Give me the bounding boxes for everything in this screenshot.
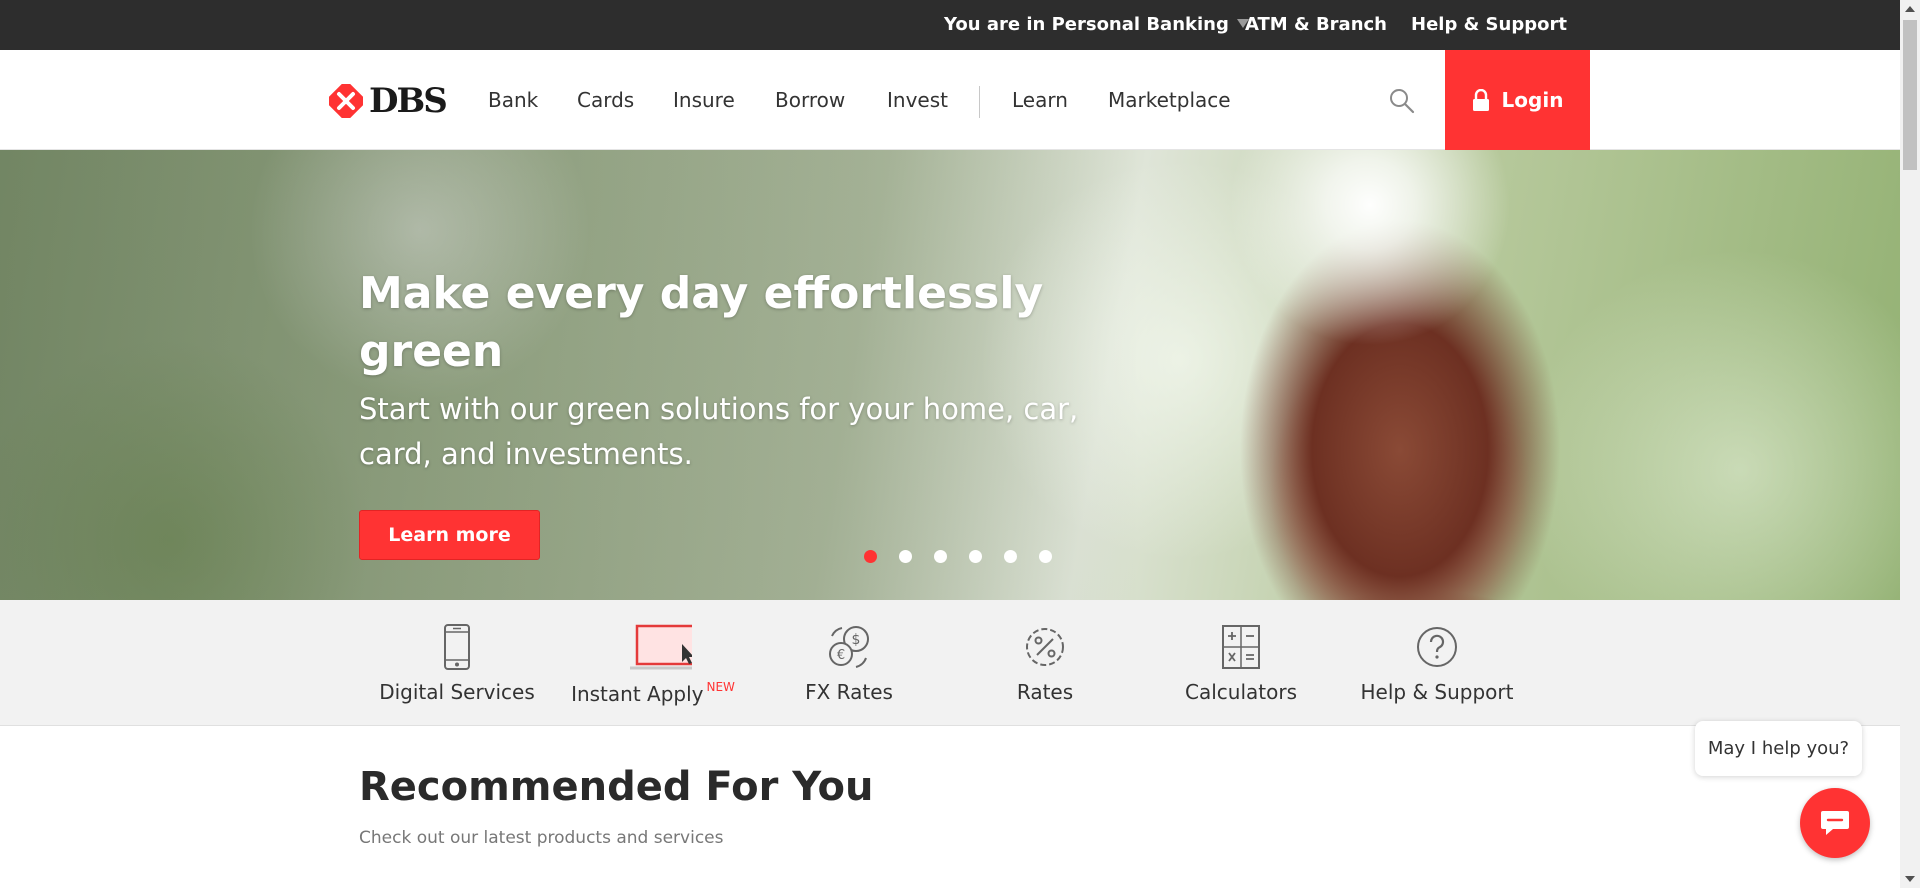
- utility-bar: You are in Personal Banking ATM & Branch…: [0, 0, 1900, 50]
- carousel-dot-1[interactable]: [864, 550, 877, 563]
- question-icon: [1417, 627, 1457, 667]
- main-nav: DBS Bank Cards Insure Borrow Invest Lear…: [0, 50, 1900, 150]
- login-button[interactable]: Login: [1445, 50, 1590, 150]
- percent-icon: [1026, 628, 1064, 666]
- svg-text:$: $: [852, 632, 861, 648]
- lock-icon: [1472, 89, 1489, 111]
- nav-marketplace[interactable]: Marketplace: [1108, 50, 1231, 150]
- page-scrollbar[interactable]: [1900, 0, 1920, 888]
- carousel-dot-4[interactable]: [969, 550, 982, 563]
- chat-prompt-bubble[interactable]: May I help you?: [1695, 721, 1862, 776]
- dbs-logo-icon: [329, 84, 363, 118]
- hero-banner: Make every day effortlessly green Start …: [0, 150, 1900, 600]
- carousel-dot-3[interactable]: [934, 550, 947, 563]
- nav-borrow[interactable]: Borrow: [775, 50, 845, 150]
- carousel-dot-5[interactable]: [1004, 550, 1017, 563]
- quick-links: Digital Services Instant Apply NEW $ € FX…: [0, 600, 1900, 726]
- quick-link-label: Help & Support: [1360, 680, 1514, 704]
- dbs-logo[interactable]: DBS: [329, 81, 448, 121]
- scroll-down-icon[interactable]: [1905, 876, 1915, 882]
- segment-label: You are in Personal Banking: [944, 14, 1229, 35]
- login-label: Login: [1501, 88, 1564, 112]
- chat-button[interactable]: [1800, 788, 1870, 858]
- scroll-thumb[interactable]: [1903, 20, 1917, 170]
- quick-link-rates[interactable]: Rates: [947, 600, 1143, 726]
- carousel-dots: [864, 550, 1052, 563]
- quick-link-label: Calculators: [1185, 680, 1297, 704]
- scroll-up-icon[interactable]: [1905, 6, 1915, 12]
- search-icon: [1390, 89, 1415, 114]
- nav-bank[interactable]: Bank: [488, 50, 538, 150]
- laptop-cursor-icon: [630, 624, 692, 670]
- quick-link-instant-apply[interactable]: Instant Apply NEW: [555, 600, 751, 726]
- chat-icon: [1821, 811, 1849, 835]
- search-button[interactable]: [1387, 86, 1417, 116]
- hero-subtitle: Start with our green solutions for your …: [359, 392, 1079, 471]
- recommended-subtitle: Check out our latest products and servic…: [359, 828, 724, 848]
- quick-link-fx-rates[interactable]: $ € FX Rates: [751, 600, 947, 726]
- nav-insure[interactable]: Insure: [673, 50, 735, 150]
- quick-link-help-support[interactable]: Help & Support: [1339, 600, 1535, 726]
- quick-link-label: Digital Services: [379, 680, 535, 704]
- mobile-phone-icon: [444, 624, 470, 670]
- quick-link-label: Instant Apply NEW: [555, 680, 751, 706]
- logo-text: DBS: [369, 81, 448, 121]
- atm-branch-link[interactable]: ATM & Branch: [1245, 0, 1387, 50]
- nav-invest[interactable]: Invest: [887, 50, 948, 150]
- nav-divider: [979, 86, 980, 118]
- quick-link-calculators[interactable]: Calculators: [1143, 600, 1339, 726]
- new-badge: NEW: [706, 680, 735, 694]
- quick-link-digital-services[interactable]: Digital Services: [359, 600, 555, 726]
- quick-link-label: Rates: [1016, 680, 1074, 704]
- help-support-link[interactable]: Help & Support: [1411, 0, 1567, 50]
- quick-link-label: FX Rates: [805, 680, 893, 704]
- carousel-dot-6[interactable]: [1039, 550, 1052, 563]
- currency-exchange-icon: $ €: [829, 626, 869, 668]
- hero-title: Make every day effortlessly green: [359, 268, 1044, 377]
- svg-text:€: €: [837, 648, 845, 663]
- nav-cards[interactable]: Cards: [577, 50, 634, 150]
- carousel-dot-2[interactable]: [899, 550, 912, 563]
- recommended-title: Recommended For You: [359, 764, 874, 810]
- segment-selector[interactable]: You are in Personal Banking: [944, 0, 1249, 50]
- instant-apply-label: Instant Apply: [571, 682, 704, 706]
- learn-more-button[interactable]: Learn more: [359, 510, 540, 560]
- nav-learn[interactable]: Learn: [1012, 50, 1068, 150]
- calculator-icon: [1222, 625, 1260, 669]
